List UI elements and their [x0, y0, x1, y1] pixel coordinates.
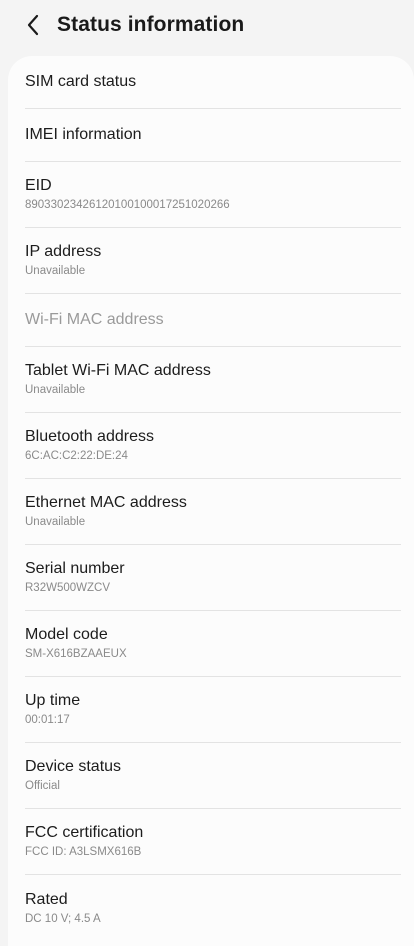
list-item-label: Rated [25, 890, 68, 908]
list-item-ip-address: IP address Unavailable [25, 228, 401, 294]
list-item-value: SM-X616BZAAEUX [25, 648, 127, 660]
list-item-device-status: Device status Official [25, 743, 401, 809]
list-item-model-code: Model code SM-X616BZAAEUX [25, 611, 401, 677]
list-item-label: Up time [25, 692, 81, 709]
list-item-label: Device status [25, 758, 122, 775]
list-item-value: DC 10 V; 4.5 A [25, 912, 101, 925]
list-item-label: Tablet Wi-Fi MAC address [25, 362, 211, 379]
list-item-label: Model code [25, 626, 108, 643]
list-item-serial-number: Serial number R32W500WZCV [25, 545, 401, 611]
list-item-eid: EID 89033023426120100100017251020266 [25, 162, 401, 228]
list-item-value: FCC ID: A3LSMX616B [25, 846, 142, 858]
back-button[interactable] [18, 8, 48, 42]
list-item-sim-card-status[interactable]: SIM card status [25, 56, 401, 109]
list-item-value: R32W500WZCV [25, 582, 110, 594]
list-item-label: Ethernet MAC address [25, 494, 187, 511]
status-list-card: SIM card status IMEI information EID 890… [8, 56, 414, 946]
list-item-fcc-certification: FCC certification FCC ID: A3LSMX616B [25, 809, 401, 875]
list-item-value: 89033023426120100100017251020266 [25, 199, 230, 211]
list-item-label: Wi-Fi MAC address [25, 311, 164, 328]
page-title: Status information [57, 13, 245, 36]
list-item-label: Serial number [25, 560, 125, 577]
list-item-label: FCC certification [25, 824, 144, 841]
list-item-wifi-mac-address: Wi-Fi MAC address [25, 294, 401, 347]
list-item-bluetooth-address: Bluetooth address 6C:AC:C2:22:DE:24 [25, 413, 401, 479]
list-item-up-time: Up time 00:01:17 [25, 677, 401, 743]
list-item-value: Unavailable [25, 265, 86, 277]
top-app-bar: Status information [0, 0, 414, 52]
list-item-label: Bluetooth address [25, 428, 154, 445]
list-item-label: IP address [25, 243, 102, 260]
list-item-imei-information[interactable]: IMEI information [25, 109, 401, 162]
list-item-label: EID [25, 177, 52, 194]
list-item-value: 00:01:17 [25, 714, 70, 726]
chevron-left-icon [27, 14, 39, 36]
list-item-rated: Rated DC 10 V; 4.5 A [25, 875, 401, 941]
status-list: SIM card status IMEI information EID 890… [8, 56, 414, 941]
list-item-tablet-wifi-mac-address: Tablet Wi-Fi MAC address Unavailable [25, 347, 401, 413]
list-item-ethernet-mac-address: Ethernet MAC address Unavailable [25, 479, 401, 545]
list-item-value: Official [25, 780, 60, 792]
list-item-label: SIM card status [25, 73, 137, 90]
list-item-value: Unavailable [25, 516, 86, 528]
list-item-label: IMEI information [25, 126, 142, 143]
list-item-value: Unavailable [25, 384, 86, 396]
list-item-value: 6C:AC:C2:22:DE:24 [25, 450, 128, 462]
